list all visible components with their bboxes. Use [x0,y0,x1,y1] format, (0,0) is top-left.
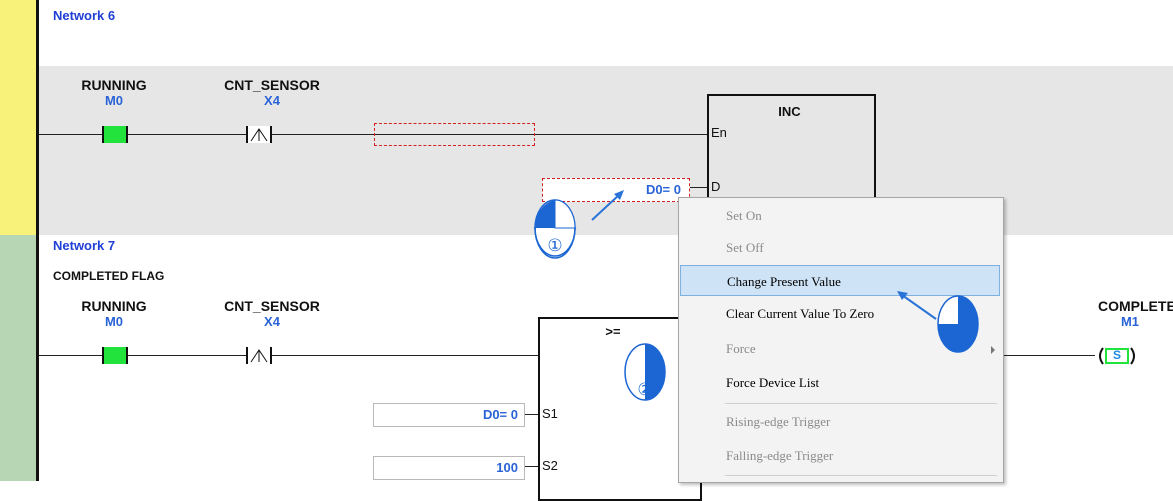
callout-1: ① [530,196,580,262]
rung7-s1-wire [525,414,538,415]
coil-name: COMPLETE [1098,298,1173,314]
inc-pin-d: D [711,179,721,194]
rising-edge-icon [250,349,268,363]
coil-set-symbol: S [1113,348,1122,362]
menu-item-set-on[interactable]: Set On [680,200,1000,231]
network-6-gutter[interactable] [0,0,36,235]
arrow-icon [591,190,624,221]
set-coil[interactable]: S [1095,346,1143,366]
rung7-running-contact[interactable] [102,347,128,364]
rung7-wire [1002,355,1095,356]
s2-operand-value[interactable]: 100 [373,456,525,480]
rung7-contact-address: X4 [264,314,280,329]
rung6-contact-address: X4 [264,93,280,108]
inc-function-name: INC [778,104,801,119]
submenu-arrow-icon [991,346,995,354]
rung6-rising-edge-contact[interactable] [246,126,272,143]
network-7-title: Network 7 [53,238,116,253]
callout-3-number: ③ [950,332,966,352]
rung6-running-contact[interactable] [102,126,128,143]
network-6-title: Network 6 [53,8,116,23]
compare-pin-s2: S2 [542,458,558,473]
menu-item-set-off[interactable]: Set Off [680,232,1000,263]
rung6-wire [39,134,102,135]
rung7-rising-edge-contact[interactable] [246,347,272,364]
menu-item-falling-edge-trigger[interactable]: Falling-edge Trigger [680,440,1000,471]
coil-address: M1 [1120,314,1140,329]
callout-2-number: ② [637,380,653,400]
s1-operand-value[interactable]: D0= 0 [373,403,525,427]
rung6-contact-name: CNT_SENSOR [224,77,320,93]
callout-2: ② [620,340,670,406]
rung6-contact-address: M0 [104,93,124,108]
rung7-wire [39,355,102,356]
callout-3: ③ [933,292,983,358]
menu-separator [725,475,997,476]
compare-pin-s1: S1 [542,406,558,421]
rung6-wire [128,134,246,135]
menu-item-force-device-list[interactable]: Force Device List [680,367,1000,398]
menu-separator [725,403,997,404]
menu-item-rising-edge-trigger[interactable]: Rising-edge Trigger [680,406,1000,437]
rung7-contact-address: M0 [104,314,124,329]
inc-pin-en: En [711,125,727,140]
rising-edge-icon [250,128,268,142]
arrow-icon [897,291,937,320]
network-7-comment: COMPLETED FLAG [53,269,165,283]
rung7-wire [128,355,246,356]
rung7-contact-name: CNT_SENSOR [224,298,320,314]
empty-element-slot[interactable] [374,123,535,146]
rung7-s2-wire [525,466,538,467]
callout-1-number: ① [547,236,563,256]
network-7-gutter[interactable] [0,235,36,481]
compare-function-name: >= [605,324,621,339]
rung7-wire [272,355,538,356]
left-power-rail [36,0,39,481]
rung6-contact-name: RUNNING [81,77,147,93]
rung7-contact-name: RUNNING [81,298,147,314]
